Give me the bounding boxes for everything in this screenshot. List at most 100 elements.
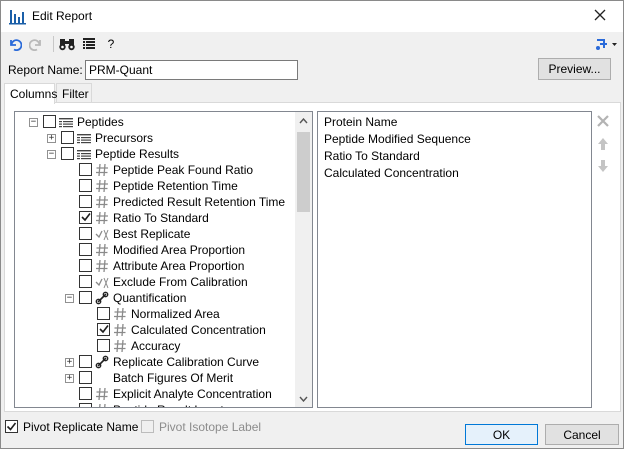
pivot-replicate-checkbox[interactable]	[5, 420, 18, 433]
redo-button[interactable]	[27, 35, 45, 53]
scroll-up-arrow[interactable]	[295, 112, 312, 129]
selected-column-item[interactable]: Protein Name	[324, 115, 397, 129]
tree-row[interactable]: Calculated Concentration	[15, 322, 295, 338]
expand-icon[interactable]: +	[65, 374, 74, 383]
tree-row[interactable]: Attribute Area Proportion	[15, 258, 295, 274]
scroll-thumb[interactable]	[297, 132, 310, 212]
tree-row-checkbox[interactable]	[79, 403, 92, 407]
pivot-replicate-label[interactable]: Pivot Replicate Name	[23, 420, 138, 434]
tree-row-label: Best Replicate	[113, 227, 191, 241]
arrow-up-icon	[598, 138, 608, 150]
selected-column-item[interactable]: Ratio To Standard	[324, 149, 420, 163]
help-button[interactable]: ?	[102, 35, 120, 53]
number-icon	[96, 179, 108, 193]
expand-icon[interactable]: +	[65, 358, 74, 367]
number-icon	[96, 211, 108, 225]
dialog-footer: Pivot Replicate Name Pivot Isotope Label…	[1, 415, 623, 448]
tree-row-label: Predicted Result Retention Time	[113, 195, 286, 209]
tree-row[interactable]: Peptide Retention Time	[15, 178, 295, 194]
collapse-icon[interactable]: −	[29, 118, 38, 127]
expand-icon[interactable]: +	[47, 134, 56, 143]
tree-row-label: Accuracy	[131, 339, 181, 353]
tree-row-checkbox[interactable]	[79, 291, 92, 304]
tree-row-checkbox[interactable]	[79, 355, 92, 368]
edit-report-dialog: Edit Report ? Report Name: PRM-Quant Pre…	[0, 0, 624, 449]
tab-columns[interactable]: Columns	[4, 83, 57, 104]
arrow-down-icon	[598, 160, 608, 172]
number-icon	[96, 243, 108, 257]
tree-row[interactable]: Explicit Analyte Concentration	[15, 386, 295, 402]
tree-row[interactable]: − Peptide Results	[15, 146, 295, 162]
pivot-isotope-label: Pivot Isotope Label	[159, 420, 262, 434]
tree-row[interactable]: Normalized Area	[15, 306, 295, 322]
tree-row-checkbox[interactable]	[43, 115, 56, 128]
table-icon	[77, 134, 91, 144]
tree-row[interactable]: Accuracy	[15, 338, 295, 354]
tree-row[interactable]: Modified Area Proportion	[15, 242, 295, 258]
collapse-icon[interactable]: −	[47, 150, 56, 159]
tree-row-checkbox[interactable]	[79, 227, 92, 240]
selected-column-item[interactable]: Peptide Modified Sequence	[324, 132, 471, 146]
tree-row-label: Normalized Area	[131, 307, 220, 321]
tree-row-checkbox[interactable]	[79, 259, 92, 272]
tree-row[interactable]: − Quantification	[15, 290, 295, 306]
tree-row-checkbox[interactable]	[79, 371, 92, 384]
pivot-isotope-checkbox[interactable]	[141, 420, 154, 433]
tree-row-label: Peptide Retention Time	[113, 179, 238, 193]
preview-button[interactable]: Preview...	[538, 58, 611, 80]
toolbar: ?	[1, 32, 623, 56]
selected-columns-list[interactable]: Protein Name Peptide Modified Sequence R…	[317, 111, 592, 408]
tree-row[interactable]: − Peptides	[15, 114, 295, 130]
tree-row[interactable]: Ratio To Standard	[15, 210, 295, 226]
tree-row-checkbox[interactable]	[79, 179, 92, 192]
report-name-input[interactable]	[85, 60, 298, 80]
tree-row-checkbox[interactable]	[79, 195, 92, 208]
tree-row[interactable]: Exclude From Calibration	[15, 274, 295, 290]
tree-row-checkbox[interactable]	[61, 147, 74, 160]
list-view-button[interactable]	[80, 35, 98, 53]
tree-row-checkbox[interactable]	[97, 323, 110, 336]
skyline-app-icon	[9, 10, 26, 25]
undo-button[interactable]	[6, 35, 24, 53]
tree-row-checkbox[interactable]	[79, 211, 92, 224]
selected-column-item[interactable]: Calculated Concentration	[324, 166, 459, 180]
tree-row[interactable]: Peptide Result Locator	[15, 402, 295, 407]
tree-row[interactable]: Best Replicate	[15, 226, 295, 242]
tree-row[interactable]: Predicted Result Retention Time	[15, 194, 295, 210]
move-down-button[interactable]	[595, 158, 611, 174]
tree-row-checkbox[interactable]	[97, 339, 110, 352]
close-icon[interactable]	[591, 6, 609, 24]
toolbar-separator	[53, 36, 54, 52]
tree-vertical-scrollbar[interactable]	[295, 112, 312, 407]
tree-row-checkbox[interactable]	[79, 243, 92, 256]
boolean-icon	[95, 229, 109, 241]
number-icon	[96, 259, 108, 273]
tree-row-label: Peptide Results	[95, 147, 180, 161]
chevron-down-icon	[299, 396, 308, 402]
tree-row-checkbox[interactable]	[79, 163, 92, 176]
tree-rows: − Peptides + Precursors − Peptide Results Pept…	[15, 112, 295, 407]
scroll-down-arrow[interactable]	[295, 390, 312, 407]
tree-row[interactable]: + Replicate Calibration Curve	[15, 354, 295, 370]
tree-row-checkbox[interactable]	[97, 307, 110, 320]
move-up-button[interactable]	[595, 136, 611, 152]
tree-row[interactable]: Peptide Peak Found Ratio	[15, 162, 295, 178]
find-button[interactable]	[58, 35, 76, 53]
cancel-button[interactable]: Cancel	[545, 424, 619, 445]
tree-row-label: Batch Figures Of Merit	[113, 371, 234, 385]
ok-button[interactable]: OK	[465, 424, 538, 445]
tab-filter[interactable]: Filter	[56, 83, 92, 103]
tree-row-checkbox[interactable]	[79, 387, 92, 400]
share-button[interactable]	[595, 35, 619, 53]
checkmark-icon	[6, 422, 17, 431]
tree-row-label: Peptide Result Locator	[113, 403, 234, 407]
remove-column-button[interactable]	[595, 113, 611, 129]
link-icon	[95, 355, 109, 369]
column-tree[interactable]: − Peptides + Precursors − Peptide Results Pept…	[14, 111, 313, 408]
tree-row[interactable]: + Precursors	[15, 130, 295, 146]
tree-row-label: Modified Area Proportion	[113, 243, 246, 257]
tree-row-checkbox[interactable]	[61, 131, 74, 144]
tree-row-checkbox[interactable]	[79, 275, 92, 288]
collapse-icon[interactable]: −	[65, 294, 74, 303]
tree-row[interactable]: + Batch Figures Of Merit	[15, 370, 295, 386]
